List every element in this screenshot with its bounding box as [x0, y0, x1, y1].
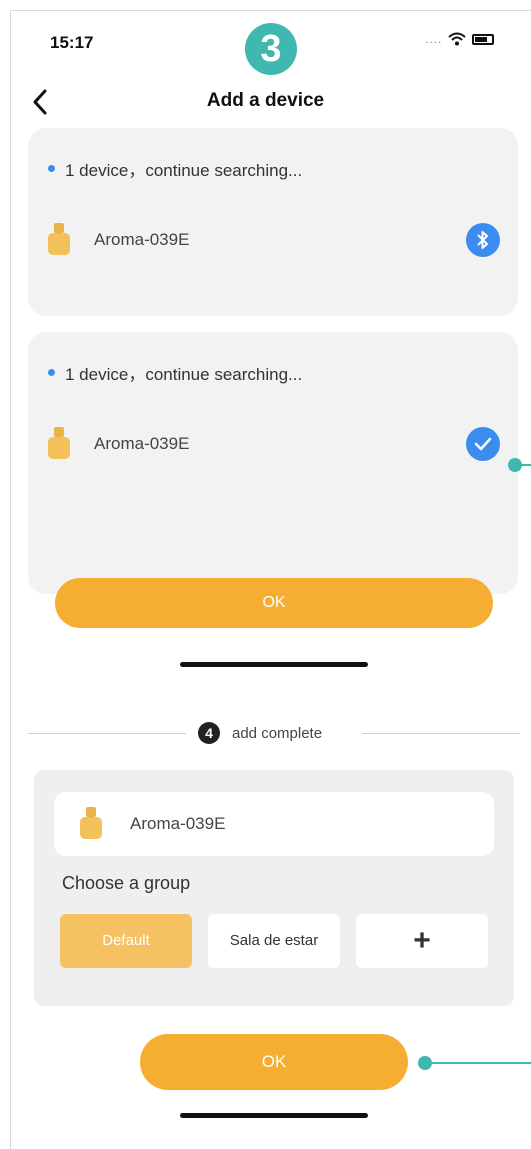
diffuser-icon [48, 427, 70, 461]
confirm-ok-button[interactable]: OK [55, 578, 493, 628]
battery-icon [472, 33, 495, 45]
callout-line [514, 464, 531, 466]
divider-right [362, 733, 520, 734]
device-name: Aroma-039E [130, 814, 226, 833]
status-icons: .... [425, 32, 495, 46]
divider-left [28, 733, 186, 734]
step4-label: add complete [232, 724, 323, 742]
search-status: 1 device，continue searching... [48, 360, 302, 385]
search-status: 1 device，continue searching... [48, 156, 302, 181]
status-dot [48, 369, 55, 376]
search-status-text: 1 device，continue searching... [65, 365, 303, 384]
signal-dots: .... [425, 32, 443, 46]
scan-card-selected: 1 device，continue searching... Aroma-039… [28, 332, 518, 594]
finish-ok-button[interactable]: OK [140, 1034, 408, 1090]
wifi-icon [448, 32, 467, 46]
home-indicator [180, 662, 368, 667]
home-indicator [180, 1113, 368, 1118]
status-time: 15:17 [50, 33, 94, 52]
page-title: Add a device [206, 90, 325, 111]
group-default-button[interactable]: Default [60, 914, 192, 968]
device-name: Aroma-039E [94, 434, 190, 453]
device-row[interactable]: Aroma-039E [48, 424, 500, 464]
search-status-text: 1 device，continue searching... [65, 161, 303, 180]
step-badge: 3 [245, 23, 297, 75]
step4-header: 4 add complete [198, 722, 322, 744]
group-label: Choose a group [62, 873, 191, 893]
diffuser-icon [80, 807, 102, 841]
scan-card-searching: 1 device，continue searching... Aroma-039… [28, 128, 518, 316]
group-sala-button[interactable]: Sala de estar [208, 914, 340, 968]
add-complete-card: Aroma-039E Choose a group Default Sala d… [34, 770, 514, 1006]
status-dot [48, 165, 55, 172]
device-name: Aroma-039E [94, 230, 190, 249]
diffuser-icon [48, 223, 70, 257]
checkmark-icon[interactable] [466, 427, 500, 461]
add-group-button[interactable]: + [356, 914, 488, 968]
device-row[interactable]: Aroma-039E [48, 220, 500, 260]
callout-line [425, 1062, 531, 1064]
added-device-row: Aroma-039E [54, 792, 494, 856]
bluetooth-icon[interactable] [466, 223, 500, 257]
step4-badge: 4 [198, 722, 220, 744]
